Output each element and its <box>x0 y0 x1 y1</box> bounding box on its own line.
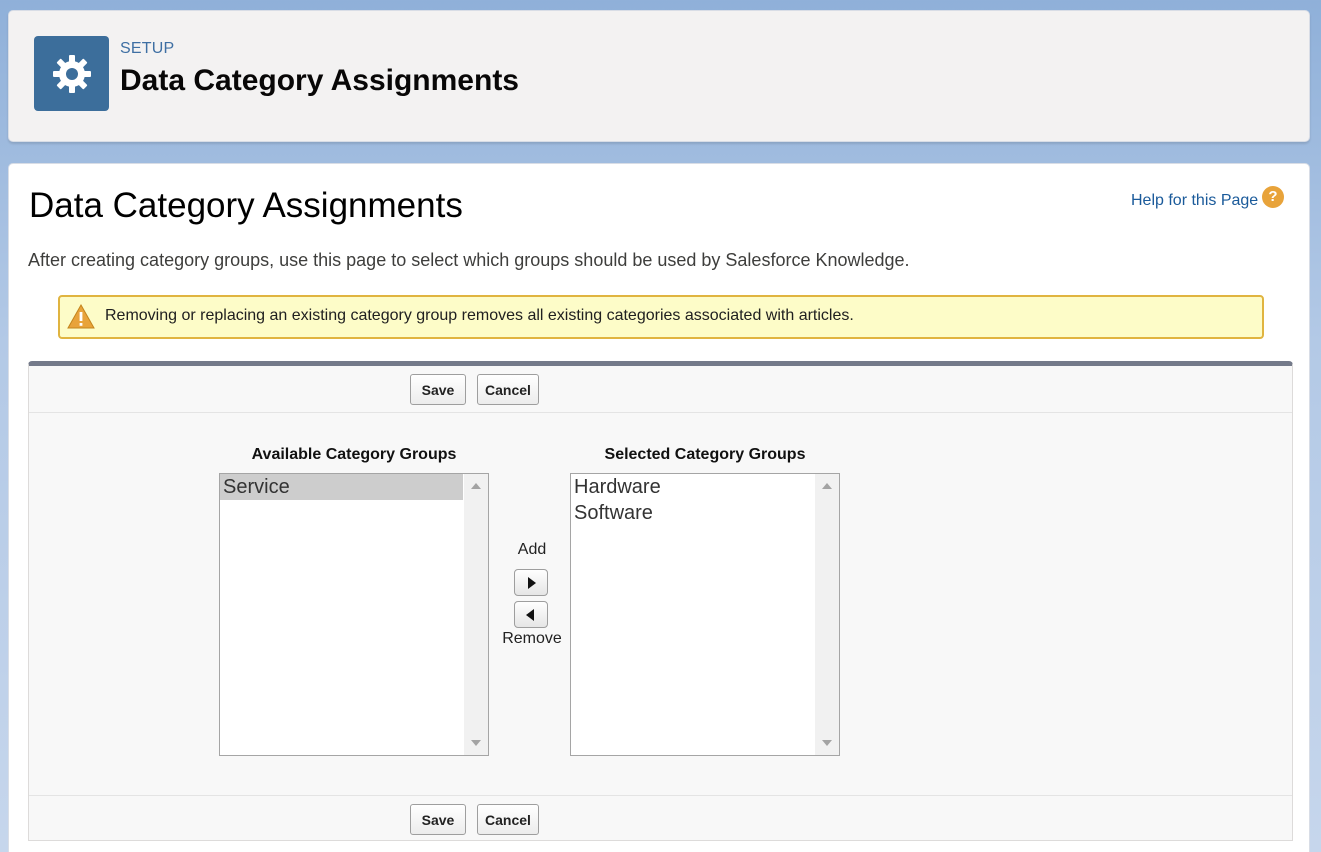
list-option-software[interactable]: Software <box>571 500 814 526</box>
selected-scrollbar[interactable] <box>815 474 839 755</box>
available-groups-listbox[interactable]: Service <box>219 473 489 756</box>
selected-groups-listbox[interactable]: Hardware Software <box>570 473 840 756</box>
available-scrollbar[interactable] <box>464 474 488 755</box>
help-link[interactable]: Help for this Page <box>1131 192 1258 210</box>
scroll-up-arrow-icon[interactable] <box>471 483 481 489</box>
top-button-row: Save Cancel <box>29 366 1292 413</box>
remove-label: Remove <box>502 630 562 647</box>
category-assignment-form: Save Cancel Available Category Groups Se… <box>28 361 1293 841</box>
page-title: Data Category Assignments <box>29 186 463 225</box>
scroll-up-arrow-icon[interactable] <box>822 483 832 489</box>
setup-icon-tile <box>34 36 109 111</box>
page-header: SETUP Data Category Assignments <box>8 10 1310 142</box>
warning-message: Removing or replacing an existing catego… <box>58 295 1264 339</box>
scroll-down-arrow-icon[interactable] <box>471 740 481 746</box>
header-title: Data Category Assignments <box>120 64 519 97</box>
remove-button[interactable] <box>514 601 548 628</box>
cancel-button-bottom[interactable]: Cancel <box>477 804 539 835</box>
selected-groups-label: Selected Category Groups <box>604 446 806 463</box>
save-button-bottom[interactable]: Save <box>410 804 466 835</box>
add-label: Add <box>517 541 547 558</box>
page-description: After creating category groups, use this… <box>28 250 910 270</box>
add-button[interactable] <box>514 569 548 596</box>
warning-text: Removing or replacing an existing catego… <box>105 307 854 324</box>
question-mark-icon[interactable]: ? <box>1262 186 1284 208</box>
arrow-right-icon <box>528 577 536 589</box>
header-eyebrow: SETUP <box>120 40 175 57</box>
main-content-card: Data Category Assignments Help for this … <box>8 163 1310 852</box>
list-option-hardware[interactable]: Hardware <box>571 474 814 500</box>
available-groups-label: Available Category Groups <box>251 446 457 463</box>
save-button-top[interactable]: Save <box>410 374 466 405</box>
scroll-down-arrow-icon[interactable] <box>822 740 832 746</box>
cancel-button-top[interactable]: Cancel <box>477 374 539 405</box>
arrow-left-icon <box>526 609 534 621</box>
gear-icon <box>52 54 91 93</box>
bottom-button-row: Save Cancel <box>29 795 1292 842</box>
list-option-service[interactable]: Service <box>220 474 463 500</box>
warning-triangle-icon <box>67 304 95 329</box>
